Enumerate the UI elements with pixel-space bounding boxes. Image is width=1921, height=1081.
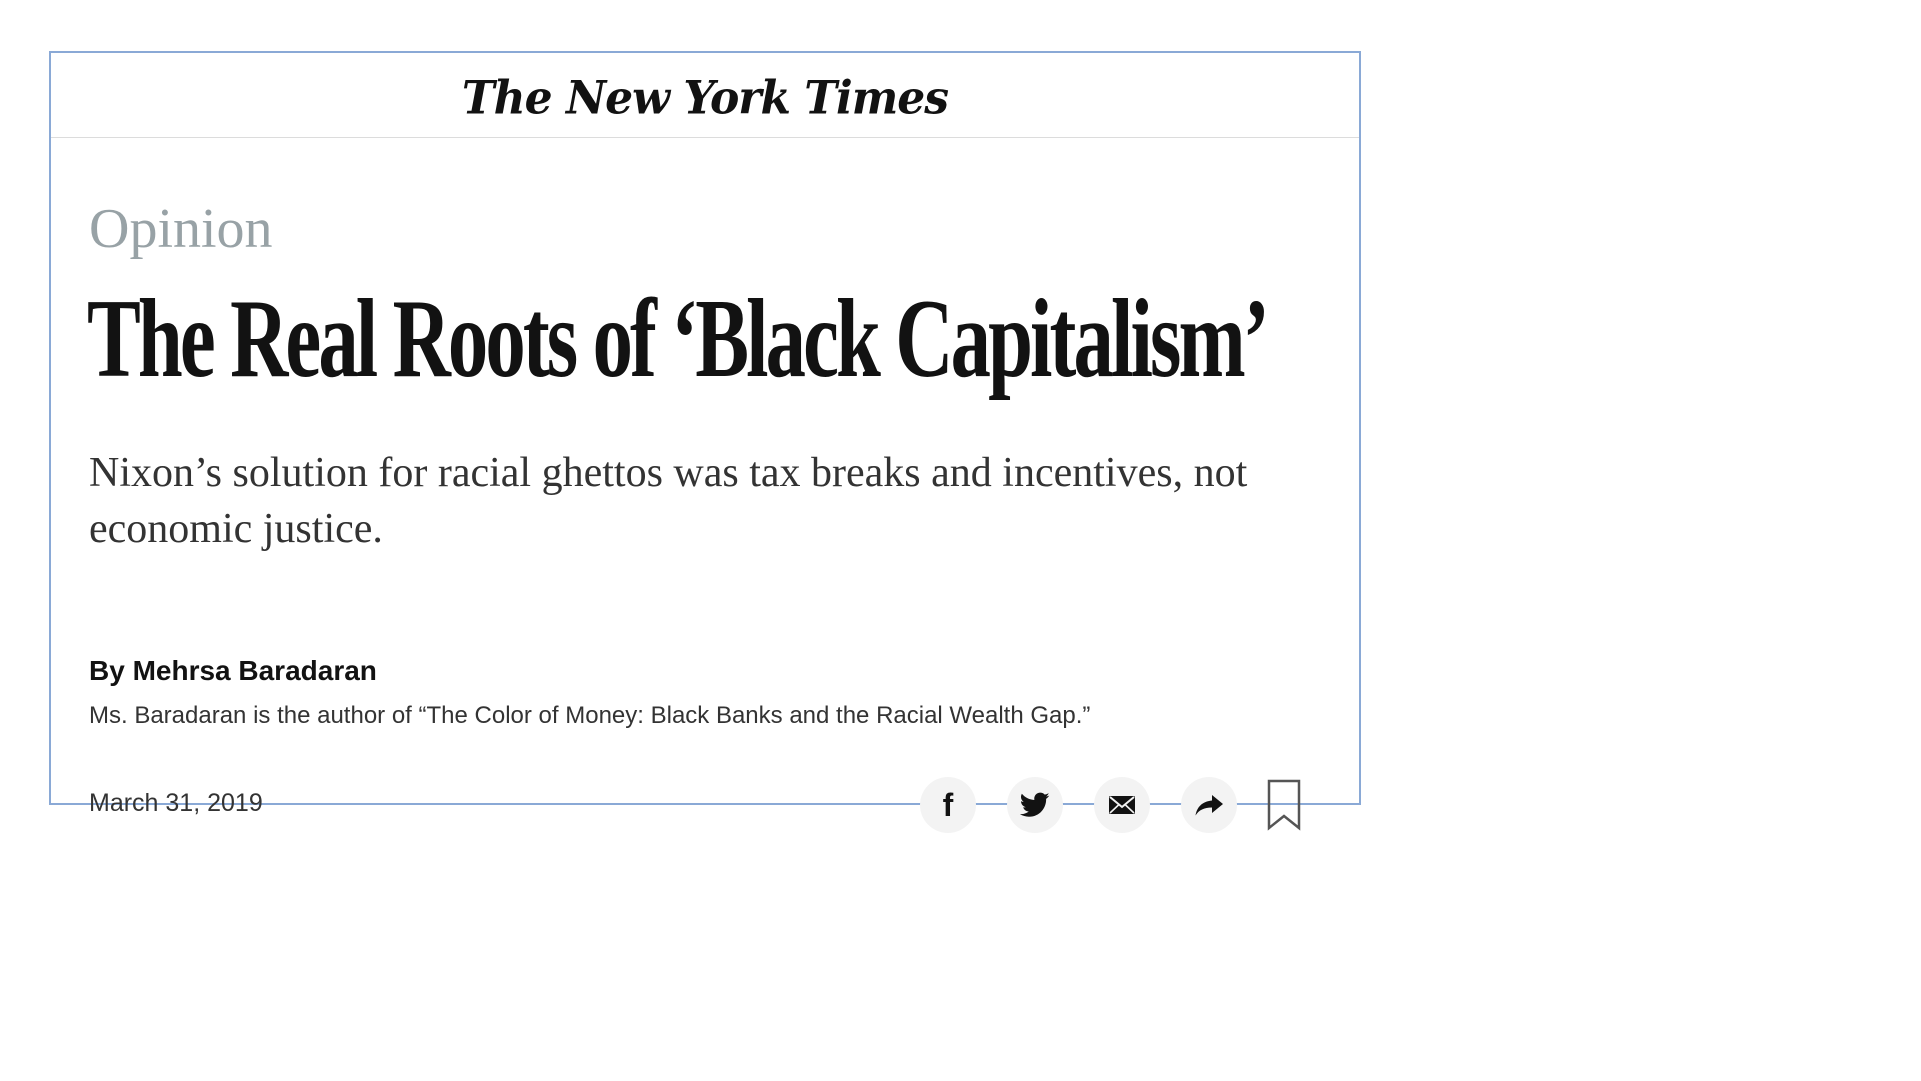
bookmark-icon[interactable] <box>1266 779 1302 831</box>
article-header-card: The New York Times Opinion The Real Root… <box>49 51 1361 833</box>
nyt-logo[interactable]: The New York Times <box>462 71 949 125</box>
email-share-button[interactable] <box>1094 777 1150 833</box>
article-headline: The Real Roots of ‘Black Capitalism’ <box>87 277 1270 401</box>
author-bio: Ms. Baradaran is the author of “The Colo… <box>89 702 1091 729</box>
twitter-share-button[interactable] <box>1007 777 1063 833</box>
section-kicker[interactable]: Opinion <box>89 201 273 257</box>
article-summary: Nixon’s solution for racial ghettos was … <box>89 450 1248 552</box>
email-icon <box>1109 796 1135 814</box>
masthead: The New York Times <box>51 53 1359 138</box>
publish-date: March 31, 2019 <box>89 789 263 817</box>
share-toolbar: f <box>920 777 1302 833</box>
facebook-icon: f <box>942 787 954 823</box>
facebook-share-button[interactable]: f <box>920 777 976 833</box>
twitter-icon <box>1020 792 1050 817</box>
share-arrow-icon <box>1195 795 1223 816</box>
more-share-button[interactable] <box>1181 777 1237 833</box>
byline[interactable]: By Mehrsa Baradaran <box>89 657 377 685</box>
